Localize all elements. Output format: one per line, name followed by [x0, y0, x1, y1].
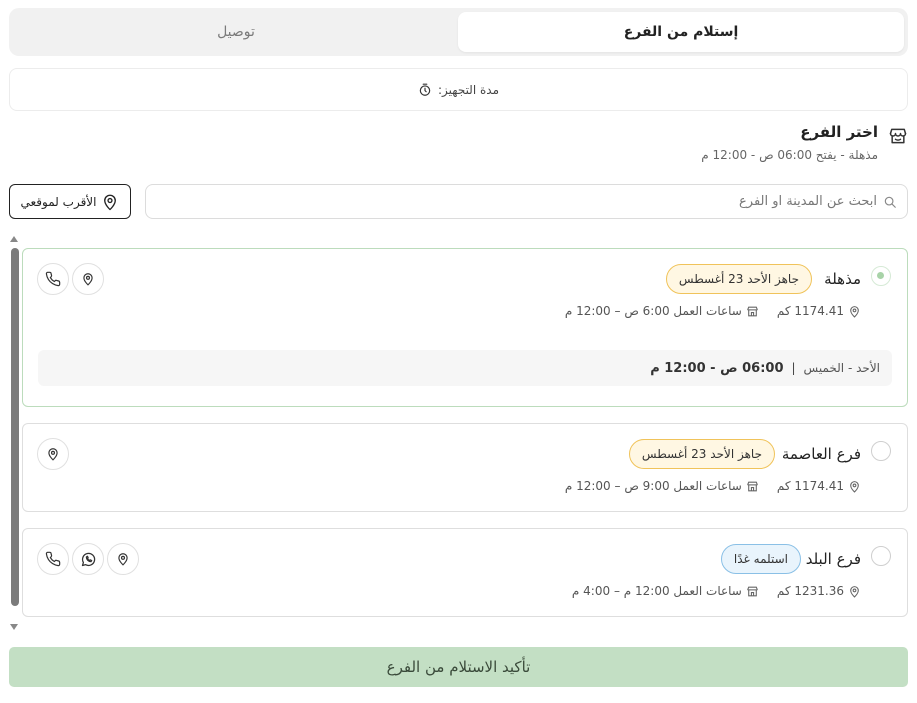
branch-card[interactable]: فرع العاصمة جاهز الأحد 23 أغسطس 1174.41 …: [22, 423, 908, 512]
pickup-tomorrow-badge: استلمه غدًا: [720, 544, 801, 574]
selected-branch-summary: مذهلة - يفتح 06:00 ص - 12:00 م: [701, 148, 878, 162]
branch-search: [145, 184, 908, 219]
branch-selector-header: اختر الفرع مذهلة - يفتح 06:00 ص - 12:00 …: [508, 123, 908, 167]
store-icon: [746, 305, 759, 318]
store-icon: [746, 585, 759, 598]
call-button[interactable]: [37, 543, 69, 575]
branch-hours: ساعات العمل 6:00 ص – 12:00 م: [564, 304, 742, 318]
branch-radio[interactable]: [871, 441, 891, 461]
location-pin-icon: [848, 585, 861, 598]
location-pin-icon: [848, 480, 861, 493]
branch-selector-title: اختر الفرع: [800, 123, 878, 141]
schedule-time: 06:00 ص - 12:00 م: [650, 360, 784, 376]
branch-search-input[interactable]: [146, 194, 877, 209]
search-icon: [883, 195, 897, 209]
location-pin-icon: [101, 193, 119, 211]
branch-distance: 1231.36 كم: [776, 584, 844, 598]
working-hours-strip: الأحد - الخميس | 06:00 ص - 12:00 م: [38, 350, 892, 386]
location-pin-icon: [46, 447, 60, 461]
whatsapp-button[interactable]: [72, 543, 104, 575]
branch-meta: 1174.41 كم ساعات العمل 9:00 ص – 12:00 م: [565, 479, 861, 493]
branch-card[interactable]: فرع البلد استلمه غدًا 1231.36 كم ساعات ا…: [22, 528, 908, 617]
schedule-days: الأحد - الخميس: [803, 361, 880, 375]
branch-hours: ساعات العمل 12:00 م – 4:00 م: [571, 584, 742, 598]
branch-name: مذهلة: [824, 270, 861, 288]
branch-name: فرع العاصمة: [781, 445, 861, 463]
nearest-location-label: الأقرب لموقعي: [20, 194, 97, 209]
branch-actions: [37, 438, 69, 470]
map-location-button[interactable]: [107, 543, 139, 575]
branch-distance: 1174.41 كم: [776, 304, 844, 318]
preparation-time-label: مدة التجهيز:: [438, 82, 500, 97]
branch-radio[interactable]: [871, 546, 891, 566]
ready-date-badge: جاهز الأحد 23 أغسطس: [665, 264, 812, 294]
whatsapp-icon: [80, 551, 97, 568]
branch-meta: 1174.41 كم ساعات العمل 6:00 ص – 12:00 م: [565, 304, 861, 318]
tab-delivery[interactable]: توصيل: [13, 12, 459, 52]
branch-actions: [37, 263, 104, 295]
tab-pickup[interactable]: إستلام من الفرع: [458, 12, 904, 52]
ready-date-badge: جاهز الأحد 23 أغسطس: [628, 439, 775, 469]
branch-radio[interactable]: [871, 266, 891, 286]
scroll-down-arrow[interactable]: [10, 624, 18, 630]
timer-icon: [418, 83, 432, 97]
phone-icon: [45, 551, 61, 567]
call-button[interactable]: [37, 263, 69, 295]
branch-distance: 1174.41 كم: [776, 479, 844, 493]
nearest-location-button[interactable]: الأقرب لموقعي: [9, 184, 131, 219]
branch-hours: ساعات العمل 9:00 ص – 12:00 م: [564, 479, 742, 493]
schedule-separator: |: [791, 361, 796, 375]
location-pin-icon: [81, 272, 95, 286]
confirm-pickup-button[interactable]: تأكيد الاستلام من الفرع: [9, 647, 908, 687]
branch-card[interactable]: مذهلة جاهز الأحد 23 أغسطس 1174.41 كم ساع…: [22, 248, 908, 407]
branch-meta: 1231.36 كم ساعات العمل 12:00 م – 4:00 م: [572, 584, 861, 598]
scroll-up-arrow[interactable]: [10, 236, 18, 242]
location-pin-icon: [116, 552, 130, 566]
preparation-time: مدة التجهيز:: [9, 68, 908, 111]
branch-name: فرع البلد: [805, 550, 861, 568]
location-pin-icon: [848, 305, 861, 318]
map-location-button[interactable]: [37, 438, 69, 470]
store-icon: [746, 480, 759, 493]
fulfillment-tabs: إستلام من الفرع توصيل: [9, 8, 908, 56]
store-icon: [888, 126, 908, 146]
scrollbar-thumb[interactable]: [11, 248, 19, 606]
branch-actions: [37, 543, 139, 575]
phone-icon: [45, 271, 61, 287]
map-location-button[interactable]: [72, 263, 104, 295]
